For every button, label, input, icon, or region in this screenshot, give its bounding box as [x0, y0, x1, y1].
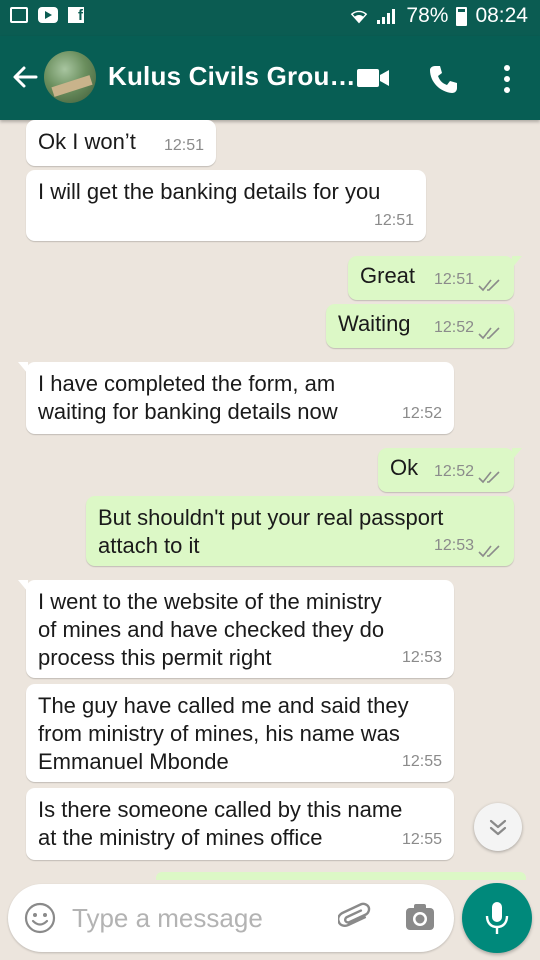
message-text: Great — [360, 263, 416, 288]
chat-title[interactable]: Kulus Civils Grou… — [108, 61, 356, 92]
bubble-tail — [18, 362, 28, 374]
bubble-tail — [512, 256, 522, 268]
message-text: Ok I won’t — [38, 129, 136, 154]
message-incoming[interactable]: I went to the website of the ministry of… — [18, 580, 454, 678]
wifi-icon — [351, 10, 368, 24]
message-time: 12:53 — [401, 649, 442, 666]
message-composer: Type a message — [8, 884, 454, 952]
message-list[interactable]: Ok I won’t 12:51 I will get the banking … — [0, 120, 540, 880]
phone-icon[interactable] — [428, 64, 458, 94]
message-time: 12:52 — [401, 405, 442, 422]
chat-header: Kulus Civils Grou… — [0, 36, 540, 120]
message-outgoing[interactable]: But shouldn't put your real passport att… — [86, 496, 514, 566]
paperclip-icon[interactable] — [338, 900, 372, 936]
read-ticks-icon — [478, 471, 500, 484]
voice-message-button[interactable] — [462, 883, 532, 953]
message-time: 12:55 — [401, 831, 442, 848]
message-incoming[interactable]: Ok I won’t 12:51 — [26, 120, 216, 166]
message-text: Ok — [390, 455, 419, 480]
message-time: 12:52 — [433, 463, 474, 480]
camera-icon[interactable] — [404, 902, 436, 932]
bubble-tail — [18, 580, 28, 592]
more-vertical-icon[interactable] — [502, 64, 512, 94]
message-outgoing[interactable]: Great 12:51 — [348, 256, 522, 300]
scroll-to-bottom-button[interactable] — [474, 803, 522, 851]
message-incoming[interactable]: I have completed the form, am waiting fo… — [18, 362, 454, 434]
message-text: The guy have called me and said they fro… — [38, 693, 409, 774]
status-bar: f 78% 08:24 — [0, 0, 540, 36]
message-incoming[interactable]: The guy have called me and said they fro… — [26, 684, 454, 782]
message-time: 12:53 — [433, 537, 474, 554]
battery-percent: 78% — [406, 4, 449, 27]
message-outgoing[interactable]: Ok 12:52 — [378, 448, 522, 492]
message-outgoing-partial — [156, 872, 526, 880]
read-ticks-icon — [478, 279, 500, 292]
bubble-tail — [512, 448, 522, 460]
message-time: 12:52 — [433, 319, 474, 336]
message-incoming[interactable]: Is there someone called by this name at … — [26, 788, 454, 860]
arrow-left-icon[interactable] — [10, 62, 40, 92]
message-text: I have completed the form, am waiting fo… — [38, 371, 338, 424]
read-ticks-icon — [478, 545, 500, 558]
message-text: But shouldn't put your real passport att… — [98, 505, 444, 558]
microphone-icon — [485, 902, 509, 934]
message-text: Is there someone called by this name at … — [38, 797, 403, 850]
chevron-double-down-icon — [489, 819, 507, 836]
facebook-notification-icon: f — [68, 7, 84, 24]
battery-icon — [456, 6, 468, 26]
message-time: 12:51 — [373, 212, 414, 229]
message-incoming[interactable]: I will get the banking details for you 1… — [26, 170, 426, 241]
image-notification-icon — [10, 7, 28, 23]
message-time: 12:55 — [401, 753, 442, 770]
youtube-notification-icon — [38, 7, 58, 23]
clock: 08:24 — [475, 4, 528, 27]
signal-icon — [377, 9, 396, 24]
message-time: 12:51 — [163, 137, 204, 154]
notification-icons: f — [10, 7, 84, 24]
read-ticks-icon — [478, 327, 500, 340]
message-text: I went to the website of the ministry of… — [38, 589, 385, 670]
emoji-icon[interactable] — [24, 902, 56, 934]
system-icons: 78% 08:24 — [350, 4, 528, 28]
message-text: Waiting — [338, 311, 411, 336]
message-text: I will get the banking details for you — [38, 179, 381, 204]
message-time: 12:51 — [433, 271, 474, 288]
group-avatar[interactable] — [44, 51, 96, 103]
video-call-icon[interactable] — [356, 66, 390, 90]
message-input[interactable]: Type a message — [72, 903, 263, 934]
message-outgoing[interactable]: Waiting 12:52 — [326, 304, 514, 348]
